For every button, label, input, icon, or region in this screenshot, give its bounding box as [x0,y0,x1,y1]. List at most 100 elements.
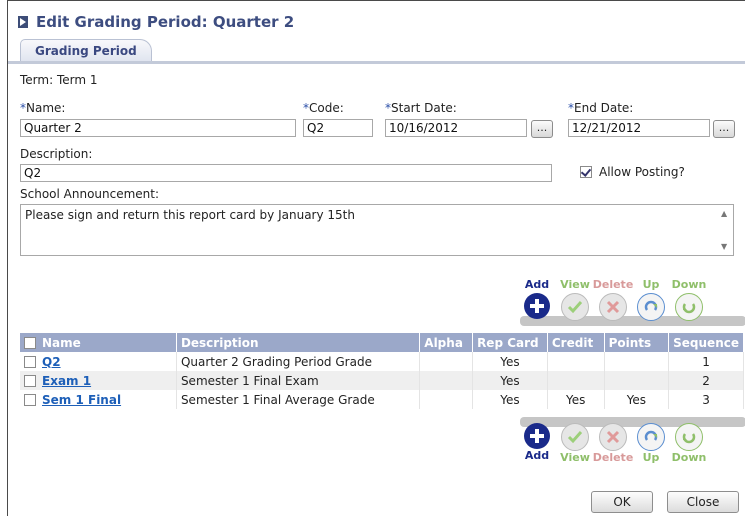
row-credit [547,371,605,390]
column-name-label: Name [42,335,81,350]
view-button-top[interactable]: View [556,278,594,321]
table-row[interactable]: Q2 Quarter 2 Grading Period Grade Yes 1 [20,352,744,371]
end-date-picker-button[interactable]: ... [713,120,735,138]
row-sequence: 1 [668,352,744,371]
start-date-field[interactable] [385,119,527,137]
table-row[interactable]: Exam 1 Semester 1 Final Exam Yes 2 [20,371,744,390]
row-name-link[interactable]: Q2 [42,355,61,369]
delete-button-bottom[interactable]: Delete [592,422,634,465]
announcement-scrollbar[interactable]: ▲ ▼ [717,205,733,255]
move-down-icon [675,293,703,321]
column-description[interactable]: Description [176,333,421,352]
close-button[interactable]: Close [667,491,739,513]
allow-posting-checkbox[interactable] [580,166,592,178]
column-alpha[interactable]: Alpha [419,333,474,352]
end-date-label-wrap: *End Date: [568,101,633,115]
row-credit [547,352,605,371]
row-checkbox[interactable] [24,394,36,406]
move-down-icon [675,423,703,451]
row-name-link[interactable]: Sem 1 Final [42,393,121,407]
name-label: Name: [26,101,66,115]
tab-underline [8,61,745,64]
allow-posting-label: Allow Posting? [599,165,685,179]
delete-button-top[interactable]: Delete [592,278,634,321]
term-label: Term: [20,73,54,87]
check-icon [561,423,589,451]
add-button-top[interactable]: Add [518,278,556,321]
delete-x-icon [599,423,627,451]
grid-toolbar-top: Add View Delete Up Down [518,278,708,321]
window-title: Edit Grading Period: Quarter 2 [36,13,295,31]
column-rep-card[interactable]: Rep Card [472,333,548,352]
scroll-up-icon[interactable]: ▲ [721,209,727,218]
end-date-label: End Date: [574,101,634,115]
row-checkbox[interactable] [24,375,36,387]
row-alpha [419,371,474,390]
down-button-top[interactable]: Down [670,278,708,321]
school-announcement-textarea[interactable]: Please sign and return this report card … [20,204,734,256]
move-up-icon [637,293,665,321]
view-button-bottom[interactable]: View [556,422,594,465]
end-date-field[interactable] [568,119,710,137]
row-sequence: 3 [668,390,744,409]
row-description: Semester 1 Final Exam [176,371,421,390]
delete-label: Delete [592,278,634,291]
row-points: Yes [604,390,670,409]
add-button-bottom[interactable]: Add [518,422,556,465]
add-label: Add [524,278,550,291]
add-icon [524,293,550,319]
column-credit[interactable]: Credit [547,333,605,352]
description-field[interactable] [20,164,552,182]
description-label: Description: [20,147,93,161]
scroll-down-icon[interactable]: ▼ [721,242,727,251]
up-button-bottom[interactable]: Up [632,422,670,465]
code-label-wrap: *Code: [303,101,344,115]
term-row: Term: Term 1 [20,73,98,87]
tab-grading-period[interactable]: Grading Period [20,39,152,62]
view-label: View [560,278,590,291]
select-all-checkbox[interactable] [24,337,36,349]
name-field[interactable] [20,119,296,137]
down-label: Down [671,278,707,291]
delete-x-icon [599,293,627,321]
row-rep-card: Yes [472,352,548,371]
start-date-label: Start Date: [391,101,457,115]
row-checkbox[interactable] [24,356,36,368]
row-name-link[interactable]: Exam 1 [42,374,91,388]
table-row[interactable]: Sem 1 Final Semester 1 Final Average Gra… [20,390,744,409]
school-announcement-text: Please sign and return this report card … [25,208,355,222]
title-bar: Edit Grading Period: Quarter 2 [18,11,294,33]
row-alpha [419,390,474,409]
up-button-top[interactable]: Up [632,278,670,321]
code-label: Code: [309,101,344,115]
up-label: Up [642,451,660,464]
code-field[interactable] [303,119,373,137]
row-alpha [419,352,474,371]
check-icon [561,293,589,321]
down-label: Down [671,451,707,464]
view-label: View [560,451,590,464]
row-points [604,352,670,371]
start-date-picker-button[interactable]: ... [531,120,553,138]
delete-label: Delete [592,451,634,464]
grid-toolbar-bottom: Add View Delete Up Down [518,422,708,465]
edit-grading-period-dialog: Edit Grading Period: Quarter 2 Grading P… [7,0,745,516]
table-header-row: Name Description Alpha Rep Card Credit P… [20,333,744,352]
term-value: Term 1 [56,73,98,87]
row-sequence: 2 [668,371,744,390]
start-date-label-wrap: *Start Date: [385,101,457,115]
grading-items-table: Name Description Alpha Rep Card Credit P… [20,333,744,409]
column-name[interactable]: Name [20,333,177,352]
column-points[interactable]: Points [604,333,670,352]
row-description: Quarter 2 Grading Period Grade [176,352,421,371]
add-label: Add [524,449,550,462]
row-points [604,371,670,390]
down-button-bottom[interactable]: Down [670,422,708,465]
school-announcement-label: School Announcement: [20,187,160,201]
collapse-arrow-icon[interactable] [18,16,28,28]
row-rep-card: Yes [472,390,548,409]
add-icon [524,423,550,449]
column-sequence[interactable]: Sequence [668,333,744,352]
name-label-wrap: *Name: [20,101,65,115]
ok-button[interactable]: OK [591,491,653,513]
